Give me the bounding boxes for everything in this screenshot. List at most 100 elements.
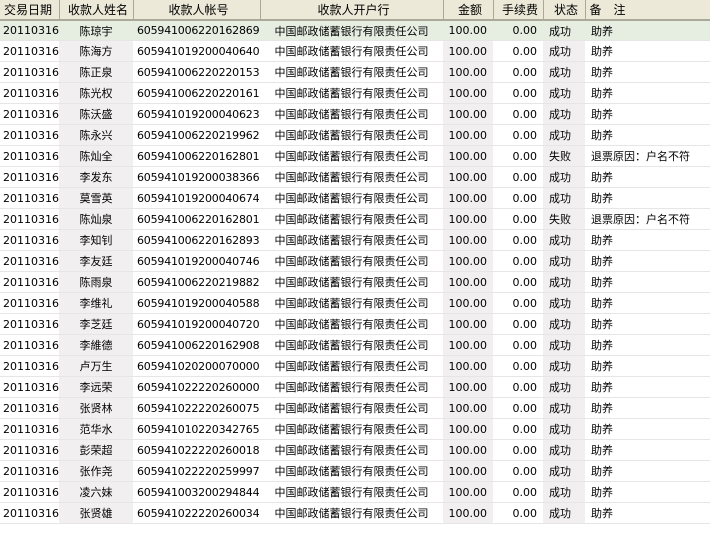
table-row[interactable]: 20110316 李维礼 605941019200040588 中国邮政储蓄银行有限责… — [0, 292, 710, 314]
cell-payee-bank: 中国邮政储蓄银行有限责任公司 — [260, 82, 443, 104]
cell-date: 20110316 — [0, 292, 59, 314]
cell-remark: 助养 — [585, 292, 710, 314]
cell-remark: 助养 — [585, 250, 710, 272]
cell-date: 20110316 — [0, 460, 59, 482]
cell-amount: 100.00 — [443, 187, 493, 209]
table-row[interactable]: 20110316 陈灿泉 605941006220162801 中国邮政储蓄银行有限责… — [0, 208, 710, 230]
cell-remark: 助养 — [585, 20, 710, 41]
cell-payee-name: 陈正泉 — [59, 61, 133, 83]
table-row[interactable]: 20110316 陈灿全 605941006220162801 中国邮政储蓄银行有限责… — [0, 145, 710, 167]
cell-status: 失败 — [543, 208, 585, 230]
header-amount[interactable]: 金额 — [443, 0, 494, 21]
cell-payee-name: 凌六妹 — [59, 481, 133, 503]
cell-status: 成功 — [543, 103, 585, 125]
cell-status: 失败 — [543, 145, 585, 167]
cell-amount: 100.00 — [443, 460, 493, 482]
header-status[interactable]: 状态 — [543, 0, 586, 21]
cell-amount: 100.00 — [443, 355, 493, 377]
cell-status: 成功 — [543, 502, 585, 524]
table-row[interactable]: 20110316 陈琼宇 605941006220162869 中国邮政储蓄银行有限责… — [0, 20, 710, 41]
cell-date: 20110316 — [0, 418, 59, 440]
cell-date: 20110316 — [0, 376, 59, 398]
table-row[interactable]: 20110316 张贤林 605941022220260075 中国邮政储蓄银行有限责… — [0, 397, 710, 419]
table-row[interactable]: 20110316 李知钊 605941006220162893 中国邮政储蓄银行有限责… — [0, 229, 710, 251]
cell-fee: 0.00 — [493, 187, 543, 209]
header-payee-name[interactable]: 收款人姓名 — [59, 0, 134, 21]
cell-remark: 助养 — [585, 376, 710, 398]
cell-payee-bank: 中国邮政储蓄银行有限责任公司 — [260, 439, 443, 461]
cell-status: 成功 — [543, 229, 585, 251]
cell-amount: 100.00 — [443, 229, 493, 251]
cell-remark: 退票原因：户名不符 — [585, 208, 710, 230]
table-row[interactable]: 20110316 凌六妹 605941003200294844 中国邮政储蓄银行有限责… — [0, 481, 710, 503]
cell-date: 20110316 — [0, 439, 59, 461]
table-row[interactable]: 20110316 李芝廷 605941019200040720 中国邮政储蓄银行有限责… — [0, 313, 710, 335]
cell-payee-account: 605941006220162893 — [133, 229, 260, 251]
table-row[interactable]: 20110316 陈光权 605941006220220161 中国邮政储蓄银行有限责… — [0, 82, 710, 104]
cell-date: 20110316 — [0, 271, 59, 293]
cell-remark: 助养 — [585, 313, 710, 335]
table-row[interactable]: 20110316 陈海方 605941019200040640 中国邮政储蓄银行有限责… — [0, 40, 710, 62]
header-payee-account[interactable]: 收款人帐号 — [133, 0, 261, 21]
table-row[interactable]: 20110316 陈沃盛 605941019200040623 中国邮政储蓄银行有限责… — [0, 103, 710, 125]
cell-remark: 助养 — [585, 40, 710, 62]
cell-amount: 100.00 — [443, 208, 493, 230]
table-row[interactable]: 20110316 卢万生 605941020200070000 中国邮政储蓄银行有限责… — [0, 355, 710, 377]
cell-remark: 助养 — [585, 502, 710, 524]
table-row[interactable]: 20110316 李維德 605941006220162908 中国邮政储蓄银行有限责… — [0, 334, 710, 356]
cell-fee: 0.00 — [493, 355, 543, 377]
cell-status: 成功 — [543, 250, 585, 272]
cell-payee-bank: 中国邮政储蓄银行有限责任公司 — [260, 187, 443, 209]
header-remark[interactable]: 备 注 — [585, 0, 710, 21]
cell-payee-name: 李发东 — [59, 166, 133, 188]
cell-payee-bank: 中国邮政储蓄银行有限责任公司 — [260, 20, 443, 41]
cell-date: 20110316 — [0, 208, 59, 230]
cell-payee-account: 605941019200040674 — [133, 187, 260, 209]
cell-remark: 退票原因：户名不符 — [585, 145, 710, 167]
cell-date: 20110316 — [0, 481, 59, 503]
cell-payee-bank: 中国邮政储蓄银行有限责任公司 — [260, 313, 443, 335]
cell-fee: 0.00 — [493, 313, 543, 335]
cell-status: 成功 — [543, 355, 585, 377]
cell-payee-account: 605941019200040640 — [133, 40, 260, 62]
cell-payee-account: 605941006220219882 — [133, 271, 260, 293]
header-fee[interactable]: 手续费 — [493, 0, 544, 21]
table-row[interactable]: 20110316 陈雨泉 605941006220219882 中国邮政储蓄银行有限责… — [0, 271, 710, 293]
cell-date: 20110316 — [0, 145, 59, 167]
cell-payee-account: 605941022220260075 — [133, 397, 260, 419]
table-row[interactable]: 20110316 张贤雄 605941022220260034 中国邮政储蓄银行有限责… — [0, 502, 710, 524]
table-row[interactable]: 20110316 莫雪英 605941019200040674 中国邮政储蓄银行有限责… — [0, 187, 710, 209]
table-row[interactable]: 20110316 张作尧 605941022220259997 中国邮政储蓄银行有限责… — [0, 460, 710, 482]
cell-date: 20110316 — [0, 355, 59, 377]
cell-amount: 100.00 — [443, 313, 493, 335]
cell-payee-name: 李維德 — [59, 334, 133, 356]
cell-status: 成功 — [543, 460, 585, 482]
cell-date: 20110316 — [0, 40, 59, 62]
table-body: 20110316 陈琼宇 605941006220162869 中国邮政储蓄银行有限责… — [0, 20, 710, 524]
table-row[interactable]: 20110316 李友廷 605941019200040746 中国邮政储蓄银行有限责… — [0, 250, 710, 272]
transaction-table: 交易日期 收款人姓名 收款人帐号 收款人开户行 金额 手续费 状态 备 注 20… — [0, 0, 710, 524]
cell-payee-name: 张贤林 — [59, 397, 133, 419]
cell-fee: 0.00 — [493, 40, 543, 62]
table-row[interactable]: 20110316 李发东 605941019200038366 中国邮政储蓄银行有限责… — [0, 166, 710, 188]
cell-payee-bank: 中国邮政储蓄银行有限责任公司 — [260, 481, 443, 503]
header-payee-bank[interactable]: 收款人开户行 — [260, 0, 444, 21]
cell-status: 成功 — [543, 334, 585, 356]
cell-fee: 0.00 — [493, 460, 543, 482]
table-row[interactable]: 20110316 陈正泉 605941006220220153 中国邮政储蓄银行有限责… — [0, 61, 710, 83]
cell-payee-account: 605941019200040588 — [133, 292, 260, 314]
cell-fee: 0.00 — [493, 124, 543, 146]
cell-status: 成功 — [543, 481, 585, 503]
table-row[interactable]: 20110316 陈永兴 605941006220219962 中国邮政储蓄银行有限责… — [0, 124, 710, 146]
table-row[interactable]: 20110316 范华水 605941010220342765 中国邮政储蓄银行有限责… — [0, 418, 710, 440]
table-row[interactable]: 20110316 彭荣超 605941022220260018 中国邮政储蓄银行有限责… — [0, 439, 710, 461]
header-row: 交易日期 收款人姓名 收款人帐号 收款人开户行 金额 手续费 状态 备 注 — [0, 0, 710, 21]
cell-payee-account: 605941022220260000 — [133, 376, 260, 398]
table-row[interactable]: 20110316 李远荣 605941022220260000 中国邮政储蓄银行有限责… — [0, 376, 710, 398]
cell-remark: 助养 — [585, 166, 710, 188]
cell-status: 成功 — [543, 40, 585, 62]
header-date[interactable]: 交易日期 — [0, 0, 60, 21]
cell-amount: 100.00 — [443, 166, 493, 188]
cell-payee-name: 范华水 — [59, 418, 133, 440]
cell-payee-account: 605941006220220153 — [133, 61, 260, 83]
